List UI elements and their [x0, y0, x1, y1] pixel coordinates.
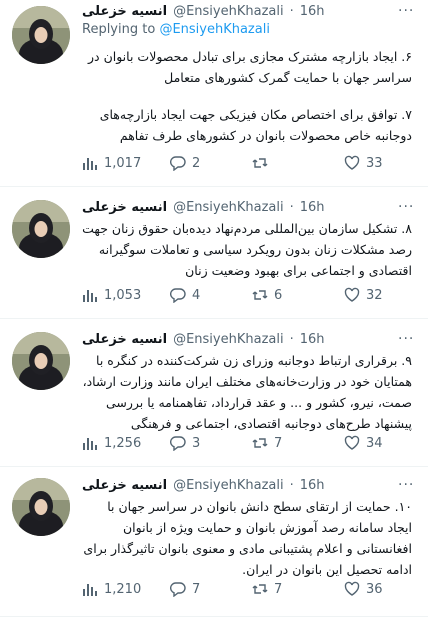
divider — [0, 186, 428, 187]
tweet-paragraph: ۹. برقراری ارتباط دوجانبه وزرای زن شرکت‌… — [82, 353, 412, 431]
retweet-icon — [252, 290, 268, 300]
like-count: 34 — [366, 435, 383, 451]
reply-count: 4 — [192, 287, 201, 303]
reply-button[interactable]: 4 — [170, 284, 200, 306]
more-icon[interactable]: ··· — [398, 332, 418, 346]
timestamp[interactable]: 16h — [300, 478, 325, 493]
tweet-1[interactable]: انسیه خزعلی @EnsiyehKhazali · 16h ··· Re… — [0, 0, 428, 190]
tweet-paragraph: ۸. تشکیل سازمان بین‌المللی مردم‌نهاد دید… — [82, 221, 412, 278]
author-handle[interactable]: @EnsiyehKhazali — [173, 332, 284, 347]
like-count: 33 — [366, 155, 383, 171]
author-handle[interactable]: @EnsiyehKhazali — [173, 478, 284, 493]
divider — [0, 466, 428, 467]
like-count: 32 — [366, 287, 383, 303]
action-bar: 1,017 2 33 — [82, 152, 412, 174]
views-icon — [83, 438, 97, 450]
reply-button[interactable]: 7 — [170, 578, 200, 600]
views-icon — [83, 158, 97, 170]
separator-dot: · — [289, 331, 294, 347]
like-button[interactable]: 34 — [344, 432, 383, 454]
tweet-paragraph: ۶. ایجاد بازارچه مشترک مجازی برای تبادل … — [88, 49, 412, 85]
reply-count: 7 — [192, 581, 201, 597]
views-button[interactable]: 1,256 — [82, 432, 141, 454]
views-button[interactable]: 1,210 — [82, 578, 141, 600]
more-icon[interactable]: ··· — [398, 200, 418, 214]
divider — [0, 318, 428, 319]
retweet-icon — [252, 584, 268, 594]
tweet-text: ۹. برقراری ارتباط دوجانبه وزرای زن شرکت‌… — [82, 350, 412, 434]
like-button[interactable]: 33 — [344, 152, 383, 174]
author-handle[interactable]: @EnsiyehKhazali — [173, 4, 284, 19]
reply-icon — [170, 156, 186, 171]
timestamp[interactable]: 16h — [300, 332, 325, 347]
views-button[interactable]: 1,053 — [82, 284, 141, 306]
retweet-count: 6 — [274, 287, 283, 303]
timestamp[interactable]: 16h — [300, 200, 325, 215]
reply-icon — [170, 582, 186, 597]
like-icon — [344, 435, 360, 450]
tweet-4[interactable]: انسیه خزعلی @EnsiyehKhazali · 16h ··· ۱۰… — [0, 474, 428, 618]
reply-count: 3 — [192, 435, 201, 451]
retweet-icon — [252, 158, 268, 168]
like-icon — [344, 155, 360, 170]
tweet-2[interactable]: انسیه خزعلی @EnsiyehKhazali · 16h ··· ۸.… — [0, 196, 428, 324]
retweet-count: 7 — [274, 581, 283, 597]
reply-button[interactable]: 2 — [170, 152, 200, 174]
reply-count: 2 — [192, 155, 201, 171]
more-icon[interactable]: ··· — [398, 478, 418, 492]
retweet-icon — [252, 438, 268, 448]
views-count: 1,256 — [104, 435, 142, 451]
separator-dot: · — [289, 3, 294, 19]
views-button[interactable]: 1,017 — [82, 152, 141, 174]
replying-to-mention[interactable]: @EnsiyehKhazali — [159, 22, 270, 37]
divider — [0, 616, 428, 617]
views-count: 1,017 — [104, 155, 142, 171]
tweet-text: ۱۰. حمایت از ارتقای سطح دانش بانوان در س… — [82, 496, 412, 580]
tweet-3[interactable]: انسیه خزعلی @EnsiyehKhazali · 16h ··· ۹.… — [0, 328, 428, 466]
action-bar: 1,256 3 7 34 — [82, 432, 412, 454]
replying-to: Replying to @EnsiyehKhazali — [82, 22, 270, 37]
retweet-button[interactable] — [252, 152, 274, 174]
avatar[interactable] — [12, 200, 70, 258]
separator-dot: · — [289, 477, 294, 493]
avatar[interactable] — [12, 478, 70, 536]
tweet-paragraph: ۱۰. حمایت از ارتقای سطح دانش بانوان در س… — [83, 499, 412, 577]
author-handle[interactable]: @EnsiyehKhazali — [173, 200, 284, 215]
more-icon[interactable]: ··· — [398, 4, 418, 18]
like-icon — [344, 287, 360, 302]
like-count: 36 — [366, 581, 383, 597]
avatar[interactable] — [12, 6, 70, 64]
retweet-button[interactable]: 7 — [252, 432, 282, 454]
tweet-paragraph: ۷. توافق برای اختصاص مکان فیزیکی جهت ایج… — [99, 107, 412, 143]
action-bar: 1,053 4 6 32 — [82, 284, 412, 306]
like-icon — [344, 581, 360, 596]
retweet-count: 7 — [274, 435, 283, 451]
tweet-text: ۸. تشکیل سازمان بین‌المللی مردم‌نهاد دید… — [82, 218, 412, 281]
replying-to-label: Replying to — [82, 22, 156, 37]
timestamp[interactable]: 16h — [300, 4, 325, 19]
views-count: 1,210 — [104, 581, 142, 597]
author-name[interactable]: انسیه خزعلی — [82, 332, 167, 347]
views-icon — [83, 584, 97, 596]
views-count: 1,053 — [104, 287, 142, 303]
author-name[interactable]: انسیه خزعلی — [82, 4, 167, 19]
avatar[interactable] — [12, 332, 70, 390]
separator-dot: · — [289, 199, 294, 215]
reply-icon — [170, 288, 186, 303]
author-name[interactable]: انسیه خزعلی — [82, 478, 167, 493]
views-icon — [83, 290, 97, 302]
reply-button[interactable]: 3 — [170, 432, 200, 454]
like-button[interactable]: 32 — [344, 284, 383, 306]
tweet-text: ۶. ایجاد بازارچه مشترک مجازی برای تبادل … — [82, 46, 412, 146]
retweet-button[interactable]: 6 — [252, 284, 282, 306]
reply-icon — [170, 436, 186, 451]
author-name[interactable]: انسیه خزعلی — [82, 200, 167, 215]
action-bar: 1,210 7 7 36 — [82, 578, 412, 600]
retweet-button[interactable]: 7 — [252, 578, 282, 600]
like-button[interactable]: 36 — [344, 578, 383, 600]
